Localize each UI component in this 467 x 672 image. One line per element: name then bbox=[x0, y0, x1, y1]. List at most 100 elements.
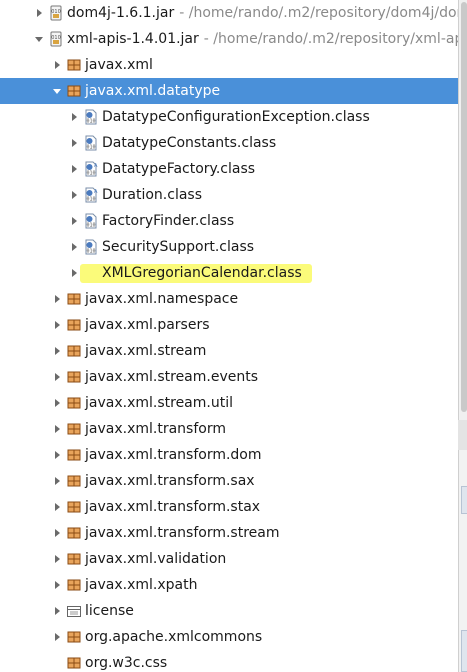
chevron-right-icon[interactable] bbox=[50, 396, 64, 410]
svg-text:010: 010 bbox=[86, 119, 95, 125]
abstract-class-file-icon: A 010 bbox=[83, 187, 99, 203]
chevron-right-icon[interactable] bbox=[50, 318, 64, 332]
side-tab-edge-bottom[interactable] bbox=[461, 630, 467, 672]
chevron-right-icon[interactable] bbox=[50, 604, 64, 618]
tree-item-label: XMLGregorianCalendar.class bbox=[102, 265, 302, 281]
tree-item[interactable]: 010 FactoryFinder.class bbox=[0, 208, 458, 234]
tree-item-label: org.w3c.css bbox=[85, 655, 168, 671]
tree-item-label: javax.xml.namespace bbox=[85, 291, 239, 307]
chevron-right-icon[interactable] bbox=[67, 240, 81, 254]
tree-item-label: javax.xml.transform.sax bbox=[85, 473, 255, 489]
tree-item[interactable]: javax.xml.transform bbox=[0, 416, 458, 442]
chevron-right-icon[interactable] bbox=[50, 656, 64, 670]
tree-item-label: javax.xml bbox=[85, 57, 153, 73]
jar-icon: 010 bbox=[48, 5, 64, 21]
class-file-icon: 010 bbox=[83, 135, 99, 151]
tree-item[interactable]: javax.xml.xpath bbox=[0, 572, 458, 598]
tree-item[interactable]: 010 dom4j-1.6.1.jar - /home/rando/.m2/repo… bbox=[0, 0, 458, 26]
tree-item[interactable]: javax.xml.parsers bbox=[0, 312, 458, 338]
tree-item-label: javax.xml.transform.stream bbox=[85, 525, 280, 541]
chevron-right-icon[interactable] bbox=[67, 266, 81, 280]
chevron-right-icon[interactable] bbox=[67, 214, 81, 228]
tree-item[interactable]: org.apache.xmlcommons bbox=[0, 624, 458, 650]
panel-sash[interactable] bbox=[458, 420, 467, 450]
chevron-right-icon[interactable] bbox=[50, 448, 64, 462]
tree-item[interactable]: 010 xml-apis-1.4.01.jar - /home/rando/.m2/… bbox=[0, 26, 458, 52]
tree-item-label: javax.xml.stream.events bbox=[85, 369, 259, 385]
class-file-icon: 010 bbox=[83, 213, 99, 229]
svg-text:010: 010 bbox=[86, 197, 95, 203]
package-icon bbox=[66, 83, 82, 99]
tree-item[interactable]: A 010 Duration.class bbox=[0, 182, 458, 208]
scrollbar-thumb[interactable] bbox=[461, 2, 467, 412]
tree-item-label: org.apache.xmlcommons bbox=[85, 629, 263, 645]
tree-item[interactable]: javax.xml.datatype bbox=[0, 78, 458, 104]
tree-item[interactable]: javax.xml.validation bbox=[0, 546, 458, 572]
chevron-right-icon[interactable] bbox=[50, 344, 64, 358]
tree-item[interactable]: javax.xml.transform.stax bbox=[0, 494, 458, 520]
tree-item-label: license bbox=[85, 603, 134, 619]
package-icon bbox=[66, 395, 82, 411]
chevron-right-icon[interactable] bbox=[67, 162, 81, 176]
chevron-right-icon[interactable] bbox=[32, 6, 46, 20]
package-icon bbox=[66, 655, 82, 671]
tree-item-label: DatatypeConstants.class bbox=[102, 135, 277, 151]
class-file-icon: 010 bbox=[83, 109, 99, 125]
tree-item[interactable]: javax.xml.namespace bbox=[0, 286, 458, 312]
chevron-right-icon[interactable] bbox=[50, 58, 64, 72]
tree-item[interactable]: javax.xml.stream bbox=[0, 338, 458, 364]
chevron-down-icon[interactable] bbox=[32, 32, 46, 46]
chevron-right-icon[interactable] bbox=[50, 474, 64, 488]
svg-text:010: 010 bbox=[86, 249, 95, 255]
chevron-right-icon[interactable] bbox=[50, 500, 64, 514]
side-tab-edge[interactable] bbox=[461, 486, 467, 514]
package-icon bbox=[66, 551, 82, 567]
package-icon bbox=[66, 447, 82, 463]
tree-item[interactable]: javax.xml.transform.sax bbox=[0, 468, 458, 494]
package-icon bbox=[66, 317, 82, 333]
chevron-down-icon[interactable] bbox=[50, 84, 64, 98]
tree-item-label: javax.xml.stream bbox=[85, 343, 207, 359]
chevron-right-icon[interactable] bbox=[50, 630, 64, 644]
svg-text:010: 010 bbox=[86, 171, 95, 177]
svg-text:A: A bbox=[94, 163, 98, 169]
package-icon bbox=[66, 343, 82, 359]
chevron-right-icon[interactable] bbox=[50, 422, 64, 436]
chevron-right-icon[interactable] bbox=[67, 110, 81, 124]
tree-item-label: Duration.class bbox=[102, 187, 203, 203]
chevron-right-icon[interactable] bbox=[50, 370, 64, 384]
package-icon bbox=[66, 577, 82, 593]
tree-item[interactable]: javax.xml.transform.stream bbox=[0, 520, 458, 546]
tree-item[interactable]: A010XMLGregorianCalendar.class bbox=[0, 260, 458, 286]
tree-item-label: javax.xml.stream.util bbox=[85, 395, 233, 411]
svg-text:A: A bbox=[94, 189, 98, 195]
tree-item-label: DatatypeFactory.class bbox=[102, 161, 256, 177]
chevron-right-icon[interactable] bbox=[50, 292, 64, 306]
folder-icon bbox=[66, 603, 82, 619]
svg-text:010: 010 bbox=[86, 223, 95, 229]
tree-item[interactable]: 010 SecuritySupport.class bbox=[0, 234, 458, 260]
tree-item[interactable]: javax.xml.stream.events bbox=[0, 364, 458, 390]
tree-item[interactable]: org.w3c.css bbox=[0, 650, 458, 672]
chevron-right-icon[interactable] bbox=[67, 136, 81, 150]
tree-item-label: javax.xml.parsers bbox=[85, 317, 210, 333]
package-icon bbox=[66, 421, 82, 437]
tree-item-label: dom4j-1.6.1.jar bbox=[67, 5, 175, 21]
tree-item[interactable]: javax.xml.transform.dom bbox=[0, 442, 458, 468]
jar-icon: 010 bbox=[48, 31, 64, 47]
package-explorer-tree: 010 dom4j-1.6.1.jar - /home/rando/.m2/repo… bbox=[0, 0, 458, 672]
chevron-right-icon[interactable] bbox=[50, 552, 64, 566]
chevron-right-icon[interactable] bbox=[50, 526, 64, 540]
package-icon bbox=[66, 629, 82, 645]
tree-item-label: javax.xml.transform.stax bbox=[85, 499, 261, 515]
tree-item[interactable]: 010 DatatypeConstants.class bbox=[0, 130, 458, 156]
tree-item[interactable]: 010 DatatypeConfigurationException.class bbox=[0, 104, 458, 130]
tree-item[interactable]: javax.xml.stream.util bbox=[0, 390, 458, 416]
tree-item-path: - /home/rando/.m2/repository/xml-apis/x bbox=[203, 31, 458, 47]
tree-item[interactable]: javax.xml bbox=[0, 52, 458, 78]
tree-item[interactable]: A 010 DatatypeFactory.class bbox=[0, 156, 458, 182]
chevron-right-icon[interactable] bbox=[67, 188, 81, 202]
chevron-right-icon[interactable] bbox=[50, 578, 64, 592]
tree-item-label: javax.xml.transform.dom bbox=[85, 447, 262, 463]
tree-item[interactable]: license bbox=[0, 598, 458, 624]
